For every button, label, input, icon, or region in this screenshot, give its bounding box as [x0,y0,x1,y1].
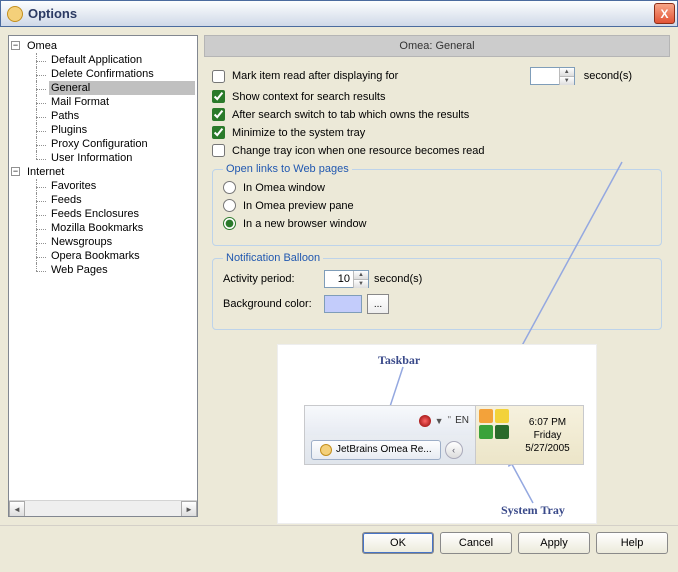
notification-balloon-legend: Notification Balloon [223,252,323,264]
tray-day: Friday [534,429,562,442]
tree-node[interactable]: Mail Format [49,95,195,109]
bgcolor-swatch[interactable] [324,295,362,313]
spinner-down-icon[interactable]: ▼ [353,280,368,288]
scroll-right-icon[interactable]: ► [181,501,197,517]
tray-time: 6:07 PM [529,416,566,429]
tree-node[interactable]: Web Pages [49,263,195,277]
tree-node[interactable]: Proxy Configuration [49,137,195,151]
tree-node-general[interactable]: General [49,81,195,95]
tree-node-internet[interactable]: Internet [25,165,195,179]
open-omea-window-radio[interactable] [223,181,236,194]
spinner-down-icon[interactable]: ▼ [559,77,574,85]
cancel-button[interactable]: Cancel [440,532,512,554]
options-tree[interactable]: − Omea Default Application Delete Confir… [11,39,195,277]
close-button[interactable]: X [654,3,675,24]
minimize-tray-checkbox[interactable] [212,126,225,139]
switch-tab-checkbox[interactable] [212,108,225,121]
spinner-up-icon[interactable]: ▲ [353,271,368,280]
activity-period-input[interactable] [325,271,353,287]
switch-tab-label[interactable]: After search switch to tab which owns th… [232,109,469,121]
system-tray-mock: 6:07 PM Friday 5/27/2005 [475,406,583,464]
bgcolor-pick-button[interactable]: ... [367,294,389,314]
tree-node[interactable]: Plugins [49,123,195,137]
show-context-checkbox[interactable] [212,90,225,103]
seconds-unit-label: second(s) [584,70,632,82]
notification-balloon-group: Notification Balloon Activity period: ▲▼… [212,252,662,330]
taskbar-mock: ▼ " EN JetBrains Omea Re... ‹ [304,405,584,465]
show-context-label[interactable]: Show context for search results [232,91,385,103]
panel-header: Omea: General [204,35,670,57]
activity-unit-label: second(s) [374,273,422,285]
tree-node[interactable]: Feeds Enclosures [49,207,195,221]
activity-period-spinner[interactable]: ▲▼ [324,270,369,288]
tree-node[interactable]: Paths [49,109,195,123]
mark-read-seconds-spinner[interactable]: ▲▼ [530,67,575,85]
tree-node[interactable]: Default Application [49,53,195,67]
taskbar-app-button: JetBrains Omea Re... [311,440,441,460]
mark-read-label[interactable]: Mark item read after displaying for [232,70,398,82]
tree-collapse-icon[interactable]: − [11,167,20,176]
tray-icon [479,409,493,423]
tree-node-omea[interactable]: Omea [25,39,195,53]
open-browser-radio[interactable] [223,217,236,230]
horizontal-scrollbar[interactable]: ◄ ► [9,500,197,516]
tray-icon [495,409,509,423]
change-tray-icon-label[interactable]: Change tray icon when one resource becom… [232,145,485,157]
open-links-group: Open links to Web pages In Omea window I… [212,163,662,246]
titlebar: Options X [0,0,678,27]
change-tray-icon-checkbox[interactable] [212,144,225,157]
activity-period-label: Activity period: [223,273,319,285]
minimize-tray-label[interactable]: Minimize to the system tray [232,127,365,139]
ok-button[interactable]: OK [362,532,434,554]
scroll-left-icon[interactable]: ◄ [9,501,25,517]
tray-date: 5/27/2005 [525,442,570,455]
mark-read-seconds-input[interactable] [531,68,559,84]
lang-indicator: EN [455,415,469,426]
app-icon [7,6,23,22]
open-preview-pane-label[interactable]: In Omea preview pane [243,200,354,212]
tray-icon [495,425,509,439]
options-tree-panel: − Omea Default Application Delete Confir… [8,35,198,517]
taskbar-callout-label: Taskbar [378,353,420,368]
open-preview-pane-radio[interactable] [223,199,236,212]
panel-body: Mark item read after displaying for ▲▼ s… [204,57,670,534]
tree-node[interactable]: Feeds [49,193,195,207]
omea-icon [320,444,332,456]
tree-node[interactable]: Delete Confirmations [49,67,195,81]
tree-node[interactable]: Favorites [49,179,195,193]
tray-illustration: Taskbar ▼ " [277,344,597,524]
taskbar-chevron-icon: ‹ [445,441,463,459]
open-browser-label[interactable]: In a new browser window [243,218,367,230]
tree-node[interactable]: Newsgroups [49,235,195,249]
bgcolor-label: Background color: [223,298,319,310]
tree-collapse-icon[interactable]: − [11,41,20,50]
taskbar-app-label: JetBrains Omea Re... [336,444,432,455]
help-button[interactable]: Help [596,532,668,554]
tray-icon [479,425,493,439]
open-omea-window-label[interactable]: In Omea window [243,182,325,194]
systray-callout-label: System Tray [501,503,565,518]
tray-mini-icon [419,415,431,427]
tree-node[interactable]: Opera Bookmarks [49,249,195,263]
window-title: Options [28,6,77,21]
apply-button[interactable]: Apply [518,532,590,554]
tree-node[interactable]: User Information [49,151,195,165]
mark-read-checkbox[interactable] [212,70,225,83]
spinner-up-icon[interactable]: ▲ [559,68,574,77]
tree-node[interactable]: Mozilla Bookmarks [49,221,195,235]
open-links-legend: Open links to Web pages [223,163,352,175]
